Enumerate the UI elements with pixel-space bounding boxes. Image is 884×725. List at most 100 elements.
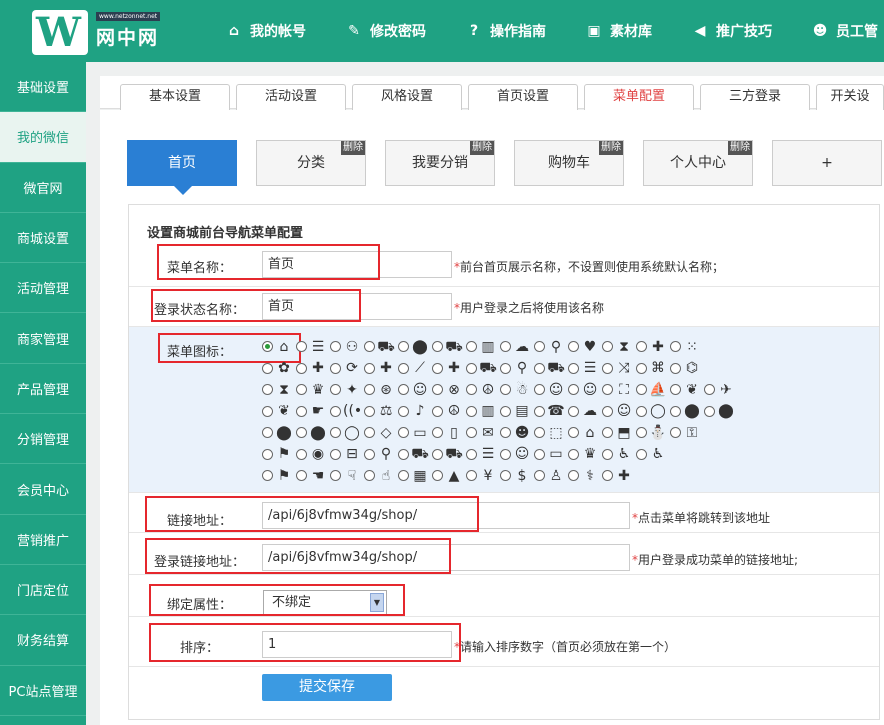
icon-option[interactable]: ⚲ bbox=[534, 338, 565, 356]
icon-radio[interactable] bbox=[636, 405, 647, 417]
icon-option[interactable]: ◯ bbox=[636, 402, 667, 420]
icon-radio[interactable] bbox=[534, 362, 545, 374]
icon-option[interactable]: ⛵ bbox=[636, 381, 667, 399]
icon-radio[interactable] bbox=[466, 427, 477, 439]
nav-my-account[interactable]: ⌂ 我的帐号 bbox=[226, 0, 306, 62]
icon-option[interactable]: ☮ bbox=[466, 381, 497, 399]
icon-option[interactable]: ✚ bbox=[364, 359, 395, 377]
icon-radio[interactable] bbox=[432, 448, 443, 460]
tab-activity[interactable]: 活动设置 bbox=[236, 84, 346, 110]
icon-option[interactable]: ☰ bbox=[296, 338, 327, 356]
icon-option[interactable]: ✿ bbox=[262, 359, 293, 377]
icon-radio[interactable] bbox=[330, 405, 341, 417]
icon-radio[interactable] bbox=[330, 362, 341, 374]
icon-option[interactable]: ✦ bbox=[330, 381, 361, 399]
icon-radio[interactable] bbox=[364, 470, 375, 482]
icon-radio[interactable] bbox=[568, 405, 579, 417]
icon-option[interactable]: ⌘ bbox=[636, 359, 667, 377]
icon-option[interactable]: ⛟ bbox=[398, 445, 429, 463]
icon-radio[interactable] bbox=[364, 405, 375, 417]
icon-option[interactable]: ▭ bbox=[398, 424, 429, 442]
nav-promotion-tips[interactable]: ◀ 推广技巧 bbox=[692, 0, 772, 62]
icon-option[interactable]: ✚ bbox=[636, 338, 667, 356]
icon-radio[interactable] bbox=[466, 341, 477, 353]
icon-option[interactable]: ☟ bbox=[330, 467, 361, 485]
icon-option[interactable]: ((• bbox=[330, 402, 362, 420]
icon-option[interactable]: ▥ bbox=[466, 402, 497, 420]
icon-radio[interactable] bbox=[466, 362, 477, 374]
icon-radio[interactable] bbox=[602, 384, 613, 396]
icon-option[interactable]: ⤨ bbox=[602, 359, 633, 377]
icon-option[interactable]: ▭ bbox=[534, 445, 565, 463]
icon-option[interactable]: ⛟ bbox=[364, 338, 395, 356]
icon-radio[interactable] bbox=[704, 384, 715, 396]
tab-third-party-login[interactable]: 三方登录 bbox=[700, 84, 810, 110]
icon-option[interactable]: ⚲ bbox=[364, 445, 395, 463]
icon-radio[interactable] bbox=[262, 362, 273, 374]
icon-radio[interactable] bbox=[398, 405, 409, 417]
icon-radio[interactable] bbox=[500, 341, 511, 353]
icon-option[interactable]: ☻ bbox=[500, 424, 531, 442]
icon-option[interactable]: ❦ bbox=[262, 402, 293, 420]
icon-radio[interactable] bbox=[636, 427, 647, 439]
icon-radio[interactable] bbox=[262, 427, 273, 439]
icon-radio[interactable] bbox=[636, 341, 647, 353]
icon-radio[interactable] bbox=[364, 448, 375, 460]
icon-option[interactable]: ⬤ bbox=[704, 402, 735, 420]
icon-radio[interactable] bbox=[704, 405, 715, 417]
icon-option[interactable]: ⊛ bbox=[364, 381, 395, 399]
sidebar-item-member[interactable]: 会员中心 bbox=[0, 464, 86, 515]
icon-option[interactable]: ⚇ bbox=[330, 338, 361, 356]
icon-radio[interactable] bbox=[330, 384, 341, 396]
menu-tab-cart[interactable]: 购物车 删除 bbox=[514, 140, 624, 186]
icon-option[interactable]: ⬤ bbox=[262, 424, 293, 442]
icon-radio[interactable] bbox=[534, 427, 545, 439]
icon-option[interactable]: ☎ bbox=[534, 402, 565, 420]
menu-tab-distribution[interactable]: 我要分销 删除 bbox=[385, 140, 495, 186]
icon-option[interactable]: ⚲ bbox=[500, 359, 531, 377]
icon-radio[interactable] bbox=[364, 384, 375, 396]
icon-option[interactable]: ⬤ bbox=[296, 424, 327, 442]
sidebar-item-activity[interactable]: 活动管理 bbox=[0, 263, 86, 314]
icon-option[interactable]: ⛶ bbox=[602, 381, 633, 399]
icon-radio[interactable] bbox=[296, 362, 307, 374]
sidebar-item-pc-site[interactable]: PC站点管理 bbox=[0, 666, 86, 716]
delete-button[interactable]: 删除 bbox=[599, 141, 623, 155]
icon-option[interactable]: ◇ bbox=[364, 424, 395, 442]
icon-option[interactable]: ♪ bbox=[398, 402, 429, 420]
icon-option[interactable]: ▥ bbox=[466, 338, 497, 356]
submit-button[interactable]: 提交保存 bbox=[262, 674, 392, 701]
icon-option[interactable]: $ bbox=[500, 467, 531, 485]
icon-radio[interactable] bbox=[568, 470, 579, 482]
icon-radio[interactable] bbox=[432, 427, 443, 439]
icon-radio[interactable] bbox=[398, 448, 409, 460]
icon-option[interactable]: ☰ bbox=[466, 445, 497, 463]
icon-option[interactable]: ⚑ bbox=[262, 467, 293, 485]
icon-option[interactable]: ☛ bbox=[296, 402, 327, 420]
delete-button[interactable]: 删除 bbox=[470, 141, 494, 155]
nav-guide[interactable]: ? 操作指南 bbox=[466, 0, 546, 62]
nav-staff[interactable]: ☻ 员工管 bbox=[812, 0, 878, 62]
menu-tab-category[interactable]: 分类 删除 bbox=[256, 140, 366, 186]
icon-radio[interactable] bbox=[568, 448, 579, 460]
icon-radio[interactable] bbox=[602, 470, 613, 482]
icon-option[interactable]: ⟳ bbox=[330, 359, 361, 377]
icon-radio[interactable] bbox=[262, 384, 273, 396]
icon-radio[interactable] bbox=[670, 384, 681, 396]
nav-materials[interactable]: ▣ 素材库 bbox=[586, 0, 652, 62]
icon-radio[interactable] bbox=[296, 405, 307, 417]
icon-radio[interactable] bbox=[636, 448, 647, 460]
icon-option[interactable]: ⌂ bbox=[262, 338, 293, 356]
icon-radio[interactable] bbox=[296, 470, 307, 482]
icon-radio[interactable] bbox=[466, 448, 477, 460]
icon-radio[interactable] bbox=[398, 362, 409, 374]
icon-radio[interactable] bbox=[262, 470, 273, 482]
icon-option[interactable]: ♛ bbox=[568, 445, 599, 463]
icon-radio[interactable] bbox=[670, 427, 681, 439]
icon-option[interactable]: ⛟ bbox=[534, 359, 565, 377]
sidebar-item-distribution[interactable]: 分销管理 bbox=[0, 414, 86, 465]
tab-home[interactable]: 首页设置 bbox=[468, 84, 578, 110]
icon-radio[interactable] bbox=[670, 362, 681, 374]
icon-radio[interactable] bbox=[500, 384, 511, 396]
icon-radio[interactable] bbox=[432, 405, 443, 417]
